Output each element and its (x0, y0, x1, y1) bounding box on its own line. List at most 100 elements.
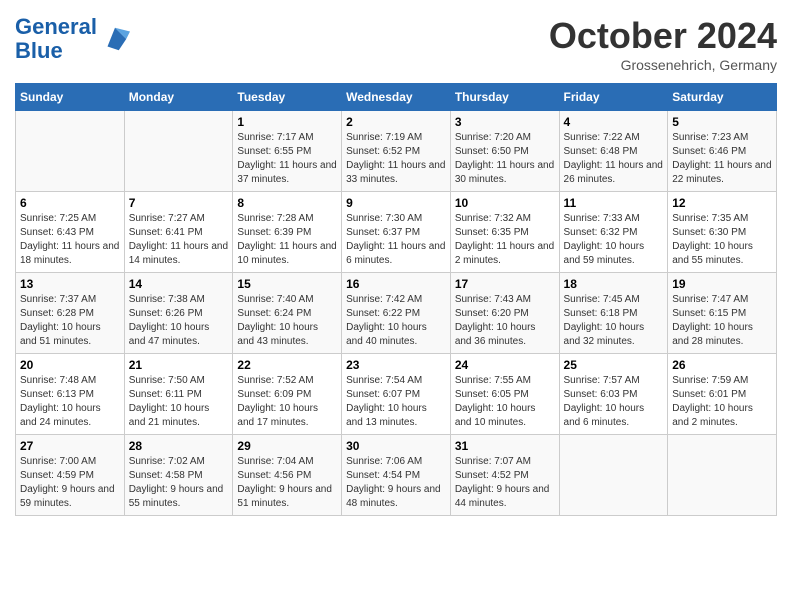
weekday-header: Sunday (16, 84, 125, 111)
day-number: 19 (672, 277, 772, 291)
weekday-header: Tuesday (233, 84, 342, 111)
calendar-week-row: 1Sunrise: 7:17 AM Sunset: 6:55 PM Daylig… (16, 111, 777, 192)
day-info: Sunrise: 7:35 AM Sunset: 6:30 PM Dayligh… (672, 212, 772, 268)
day-number: 2 (346, 115, 446, 129)
day-number: 5 (672, 115, 772, 129)
calendar-day-cell (16, 111, 125, 192)
calendar-day-cell: 3Sunrise: 7:20 AM Sunset: 6:50 PM Daylig… (450, 111, 559, 192)
calendar-day-cell: 9 Sunrise: 7:30 AM Sunset: 6:37 PM Daylig… (342, 192, 451, 273)
title-block: October 2024 Grossenehrich, Germany (549, 15, 777, 73)
day-info: Sunrise: 7:55 AM Sunset: 6:05 PM Dayligh… (455, 374, 555, 430)
weekday-row: SundayMondayTuesdayWednesdayThursdayFrid… (16, 84, 777, 111)
calendar-day-cell: 21Sunrise: 7:50 AM Sunset: 6:11 PM Dayli… (124, 354, 233, 435)
weekday-header: Thursday (450, 84, 559, 111)
day-info: Sunrise: 7:38 AM Sunset: 6:26 PM Dayligh… (129, 293, 229, 349)
calendar-day-cell: 6Sunrise: 7:25 AM Sunset: 6:43 PM Daylig… (16, 192, 125, 273)
day-info: Sunrise: 7:00 AM Sunset: 4:59 PM Dayligh… (20, 455, 120, 511)
day-number: 14 (129, 277, 229, 291)
day-number: 16 (346, 277, 446, 291)
weekday-header: Saturday (668, 84, 777, 111)
calendar-day-cell: 28Sunrise: 7:02 AM Sunset: 4:58 PM Dayli… (124, 435, 233, 516)
day-number: 22 (237, 358, 337, 372)
calendar-day-cell: 17 Sunrise: 7:43 AM Sunset: 6:20 PM Dayli… (450, 273, 559, 354)
calendar-day-cell: 14 Sunrise: 7:38 AM Sunset: 6:26 PM Dayli… (124, 273, 233, 354)
calendar-week-row: 20Sunrise: 7:48 AM Sunset: 6:13 PM Dayli… (16, 354, 777, 435)
day-number: 24 (455, 358, 555, 372)
day-info: Sunrise: 7:42 AM Sunset: 6:22 PM Dayligh… (346, 293, 446, 349)
weekday-header: Friday (559, 84, 668, 111)
calendar-body: 1Sunrise: 7:17 AM Sunset: 6:55 PM Daylig… (16, 111, 777, 516)
day-number: 9 (346, 196, 446, 210)
day-info: Sunrise: 7:19 AM Sunset: 6:52 PM Dayligh… (346, 131, 446, 187)
day-info: Sunrise: 7:52 AM Sunset: 6:09 PM Dayligh… (237, 374, 337, 430)
day-number: 7 (129, 196, 229, 210)
calendar-header: SundayMondayTuesdayWednesdayThursdayFrid… (16, 84, 777, 111)
location: Grossenehrich, Germany (549, 57, 777, 73)
day-number: 3 (455, 115, 555, 129)
weekday-header: Monday (124, 84, 233, 111)
month-title: October 2024 (549, 15, 777, 57)
day-number: 1 (237, 115, 337, 129)
day-info: Sunrise: 7:40 AM Sunset: 6:24 PM Dayligh… (237, 293, 337, 349)
day-number: 17 (455, 277, 555, 291)
calendar-day-cell: 13Sunrise: 7:37 AM Sunset: 6:28 PM Dayli… (16, 273, 125, 354)
day-info: Sunrise: 7:33 AM Sunset: 6:32 PM Dayligh… (564, 212, 664, 268)
calendar-day-cell: 24 Sunrise: 7:55 AM Sunset: 6:05 PM Dayli… (450, 354, 559, 435)
calendar-table: SundayMondayTuesdayWednesdayThursdayFrid… (15, 83, 777, 516)
day-number: 18 (564, 277, 664, 291)
calendar-day-cell: 26 Sunrise: 7:59 AM Sunset: 6:01 PM Dayli… (668, 354, 777, 435)
day-info: Sunrise: 7:30 AM Sunset: 6:37 PM Dayligh… (346, 212, 446, 268)
day-info: Sunrise: 7:23 AM Sunset: 6:46 PM Dayligh… (672, 131, 772, 187)
day-number: 23 (346, 358, 446, 372)
day-info: Sunrise: 7:04 AM Sunset: 4:56 PM Dayligh… (237, 455, 337, 511)
day-info: Sunrise: 7:59 AM Sunset: 6:01 PM Dayligh… (672, 374, 772, 430)
calendar-day-cell: 25 Sunrise: 7:57 AM Sunset: 6:03 PM Dayli… (559, 354, 668, 435)
day-info: Sunrise: 7:47 AM Sunset: 6:15 PM Dayligh… (672, 293, 772, 349)
calendar-day-cell: 30Sunrise: 7:06 AM Sunset: 4:54 PM Dayli… (342, 435, 451, 516)
day-info: Sunrise: 7:43 AM Sunset: 6:20 PM Dayligh… (455, 293, 555, 349)
calendar-day-cell: 19 Sunrise: 7:47 AM Sunset: 6:15 PM Dayli… (668, 273, 777, 354)
day-number: 26 (672, 358, 772, 372)
calendar-day-cell: 4 Sunrise: 7:22 AM Sunset: 6:48 PM Daylig… (559, 111, 668, 192)
day-number: 8 (237, 196, 337, 210)
calendar-day-cell: 10 Sunrise: 7:32 AM Sunset: 6:35 PM Dayli… (450, 192, 559, 273)
day-info: Sunrise: 7:27 AM Sunset: 6:41 PM Dayligh… (129, 212, 229, 268)
day-info: Sunrise: 7:32 AM Sunset: 6:35 PM Dayligh… (455, 212, 555, 268)
weekday-header: Wednesday (342, 84, 451, 111)
logo: General Blue (15, 15, 130, 63)
day-number: 28 (129, 439, 229, 453)
day-number: 21 (129, 358, 229, 372)
calendar-day-cell: 29 Sunrise: 7:04 AM Sunset: 4:56 PM Dayli… (233, 435, 342, 516)
day-info: Sunrise: 7:06 AM Sunset: 4:54 PM Dayligh… (346, 455, 446, 511)
day-number: 15 (237, 277, 337, 291)
day-number: 29 (237, 439, 337, 453)
calendar-day-cell: 27 Sunrise: 7:00 AM Sunset: 4:59 PM Dayli… (16, 435, 125, 516)
calendar-week-row: 13Sunrise: 7:37 AM Sunset: 6:28 PM Dayli… (16, 273, 777, 354)
calendar-day-cell: 1Sunrise: 7:17 AM Sunset: 6:55 PM Daylig… (233, 111, 342, 192)
day-number: 27 (20, 439, 120, 453)
calendar-day-cell (559, 435, 668, 516)
day-info: Sunrise: 7:28 AM Sunset: 6:39 PM Dayligh… (237, 212, 337, 268)
day-number: 4 (564, 115, 664, 129)
calendar-day-cell: 11Sunrise: 7:33 AM Sunset: 6:32 PM Dayli… (559, 192, 668, 273)
day-info: Sunrise: 7:25 AM Sunset: 6:43 PM Dayligh… (20, 212, 120, 268)
day-number: 20 (20, 358, 120, 372)
day-info: Sunrise: 7:37 AM Sunset: 6:28 PM Dayligh… (20, 293, 120, 349)
calendar-day-cell: 20Sunrise: 7:48 AM Sunset: 6:13 PM Dayli… (16, 354, 125, 435)
day-info: Sunrise: 7:45 AM Sunset: 6:18 PM Dayligh… (564, 293, 664, 349)
calendar-day-cell (668, 435, 777, 516)
calendar-week-row: 27 Sunrise: 7:00 AM Sunset: 4:59 PM Dayli… (16, 435, 777, 516)
calendar-day-cell: 18 Sunrise: 7:45 AM Sunset: 6:18 PM Dayli… (559, 273, 668, 354)
calendar-day-cell (124, 111, 233, 192)
day-number: 25 (564, 358, 664, 372)
calendar-day-cell: 31Sunrise: 7:07 AM Sunset: 4:52 PM Dayli… (450, 435, 559, 516)
day-number: 10 (455, 196, 555, 210)
logo-text: General Blue (15, 15, 97, 63)
calendar-day-cell: 7 Sunrise: 7:27 AM Sunset: 6:41 PM Daylig… (124, 192, 233, 273)
day-info: Sunrise: 7:57 AM Sunset: 6:03 PM Dayligh… (564, 374, 664, 430)
calendar-day-cell: 16 Sunrise: 7:42 AM Sunset: 6:22 PM Dayli… (342, 273, 451, 354)
calendar-day-cell: 2 Sunrise: 7:19 AM Sunset: 6:52 PM Daylig… (342, 111, 451, 192)
calendar-week-row: 6Sunrise: 7:25 AM Sunset: 6:43 PM Daylig… (16, 192, 777, 273)
day-number: 31 (455, 439, 555, 453)
day-info: Sunrise: 7:22 AM Sunset: 6:48 PM Dayligh… (564, 131, 664, 187)
